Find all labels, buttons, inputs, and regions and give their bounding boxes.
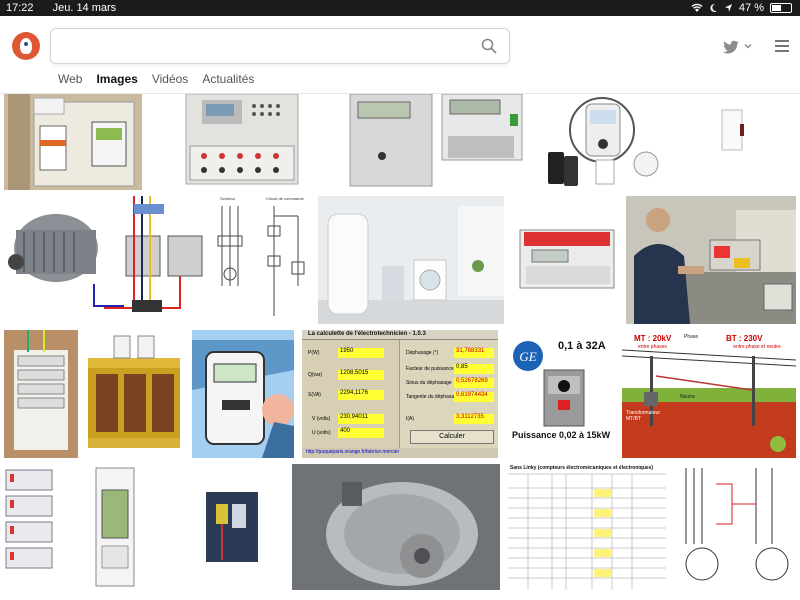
calc-field-q[interactable]: 1208,5015 [338,370,384,380]
image-results-grid: Schéma Circuit de commande La calculette… [0,94,800,600]
image-result-technician[interactable] [626,196,796,324]
tab-images[interactable]: Images [96,72,137,86]
calc-button[interactable]: Calculer [410,430,494,444]
image-result-schema[interactable]: Schéma Circuit de commande [214,196,312,324]
twitter-icon[interactable] [722,40,740,54]
calc-field-s[interactable]: 2294,1176 [338,390,384,400]
image-result-calculator-app[interactable]: La calculette de l'électrotechnicien - 1… [302,330,498,458]
battery-text: 47 % [738,2,764,14]
schema-title: Circuit de commande [266,196,304,201]
search-input[interactable] [61,35,461,57]
battery-icon [770,3,792,13]
image-result-water-heater[interactable] [318,196,504,324]
image-result-test-bench[interactable] [164,94,320,190]
calc-field-v[interactable]: 230,94011 [338,414,384,424]
ge-power: Puissance 0,02 à 15kW [512,430,611,440]
menu-icon[interactable] [775,40,789,52]
tab-videos[interactable]: Vidéos [152,72,188,86]
chevron-down-icon[interactable] [744,42,752,50]
image-result-meter-device[interactable] [512,196,618,324]
image-result-alternator[interactable] [292,464,500,590]
status-bar: 17:22 Jeu. 14 mars 47 % [0,0,800,16]
image-result-transformer[interactable] [84,330,184,458]
bt-label: BT : 230V [726,334,763,343]
image-result-power-lines[interactable]: MT : 20kV entre phases Phase BT : 230V e… [622,330,796,458]
calc-url: http://paqueparis.orange.fr/fabrice.merc… [306,449,400,455]
mt-label: MT : 20kV [634,334,672,343]
search-icon[interactable] [481,38,497,54]
calc-field-u[interactable]: 400 [338,428,384,438]
image-result-energy-monitor[interactable] [546,94,664,190]
calc-title: La calculette de l'électrotechnicien - 1… [308,331,426,337]
image-result-meters[interactable] [342,94,538,190]
search-bar [50,28,510,64]
image-result-wiring-box[interactable] [176,464,284,590]
header: Web Images Vidéos Actualités [0,16,800,94]
ge-range: 0,1 à 32A [558,340,606,352]
phase-label: Phase [684,334,699,340]
status-time: 17:22 [6,2,34,14]
wifi-icon [691,3,703,12]
image-result-wall-wiring[interactable] [4,330,78,458]
image-result-switch[interactable] [674,94,796,190]
search-tabs: Web Images Vidéos Actualités [58,72,254,86]
transfo-label: Transformateur MT/BT [626,410,660,422]
image-result-panels[interactable] [4,464,54,590]
tab-web[interactable]: Web [58,72,82,86]
status-date: Jeu. 14 mars [52,2,117,14]
image-result-circuit-diagram[interactable] [672,464,796,590]
image-result-linky-table[interactable]: Sans Linky (compteurs électromécaniques … [508,464,666,590]
image-result-din-meter[interactable] [62,464,168,590]
image-result-meter-illustration[interactable] [192,330,294,458]
schema-label: Schéma [220,196,235,201]
location-icon [724,4,732,12]
image-result-ge-breaker[interactable]: GE 0,1 à 32A Puissance 0,02 à 15kW [508,330,614,458]
tab-actualites[interactable]: Actualités [202,72,254,86]
image-result-motor-wiring[interactable] [4,196,208,324]
calc-field-p[interactable]: 1950 [338,348,384,358]
duckduckgo-logo[interactable] [12,32,40,60]
image-result-electrical-cabinet[interactable] [4,94,142,190]
moon-icon [710,3,717,12]
svg-text:GE: GE [519,349,536,364]
